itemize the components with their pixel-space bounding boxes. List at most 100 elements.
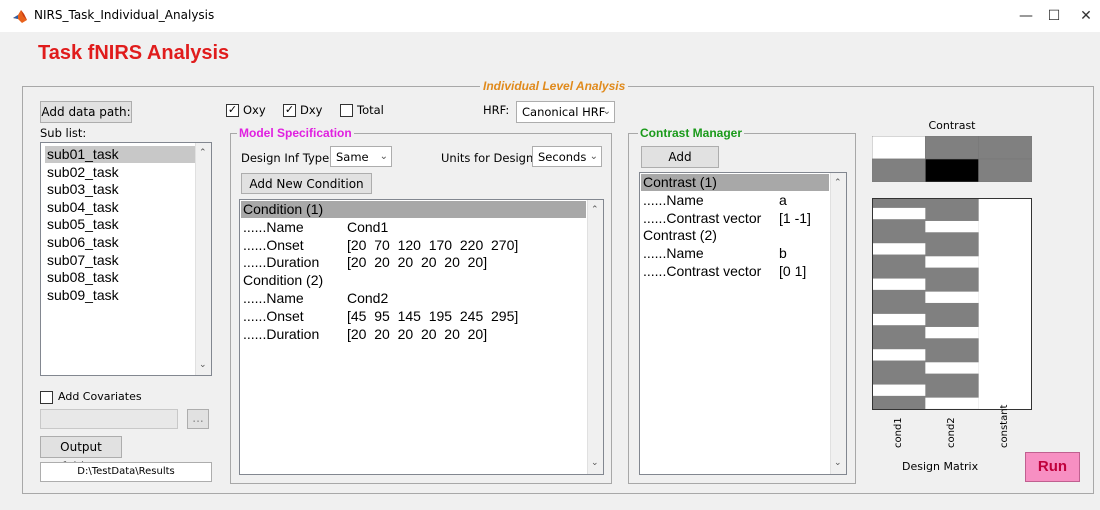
design-matrix-xlabel: Design Matrix (902, 460, 979, 473)
tree-node-key: ......Onset (243, 236, 304, 253)
contrast-cell (978, 158, 1032, 182)
subject-list-item[interactable]: sub09_task (45, 287, 197, 304)
tree-node-key: ......Name (643, 245, 704, 262)
design-matrix-block (925, 256, 979, 268)
oxy-checkbox[interactable]: ✓ (226, 104, 239, 117)
design-inf-type-label: Design Inf Type: (241, 151, 334, 165)
run-button[interactable]: Run (1025, 452, 1080, 482)
subject-list-item[interactable]: sub01_task (45, 146, 197, 163)
tree-node-key: ......Name (243, 290, 304, 306)
tree-node-value: [1 -1] (779, 209, 811, 226)
chevron-down-icon: ⌄ (602, 106, 611, 117)
tree-node[interactable]: Contrast (2) (641, 227, 829, 244)
total-checkbox[interactable] (340, 104, 353, 117)
scroll-down-arrow-icon[interactable]: ⌄ (199, 359, 207, 370)
tree-node-key: ......Contrast vector (643, 263, 762, 279)
tree-node[interactable]: ......Name a (641, 192, 829, 209)
tree-node[interactable]: Contrast (1) (641, 174, 829, 191)
contrast-cell (925, 158, 979, 182)
sub-list-label: Sub list: (40, 126, 87, 140)
units-for-design-label: Units for Design: (441, 151, 538, 165)
add-new-condition-button[interactable]: Add New Condition (241, 173, 372, 194)
tree-node-label: Condition (1) (243, 201, 324, 217)
design-matrix-column-label: constant (999, 404, 1011, 448)
subject-list-item[interactable]: sub08_task (45, 269, 197, 286)
scroll-down-arrow-icon[interactable]: ⌄ (591, 457, 599, 468)
design-inf-type-value: Same (336, 150, 369, 164)
design-matrix-column-label: cond2 (946, 417, 957, 448)
scroll-up-arrow-icon[interactable]: ⌃ (834, 177, 842, 188)
contrast-cell (872, 158, 926, 182)
add-covariates-checkbox[interactable] (40, 391, 53, 404)
add-data-path-button[interactable]: Add data path: (40, 101, 132, 123)
scroll-up-arrow-icon[interactable]: ⌃ (199, 147, 207, 158)
add-contrast-button[interactable]: Add Contrast (641, 146, 719, 184)
browse-covariates-button[interactable]: ... (187, 409, 209, 429)
subject-list-item[interactable]: sub07_task (45, 252, 197, 269)
app-heading: Task fNIRS Analysis (38, 42, 230, 64)
tree-node[interactable]: ......Name b (641, 245, 829, 262)
condition-tree[interactable]: Condition (1) ......Name Cond1 ......Onset[… (239, 199, 604, 475)
subject-list-scrollbar[interactable]: ⌃ ⌄ (195, 143, 211, 375)
hrf-label: HRF: (483, 103, 510, 117)
tree-node[interactable]: ......Onset [20 70 120 170 220 270] (241, 237, 586, 254)
tree-node[interactable]: Condition (1) (241, 201, 586, 218)
hrf-select-value: Canonical HRF (522, 105, 606, 119)
contrast-tree[interactable]: Contrast (1) ......Name a ......Contrast ve… (639, 172, 847, 475)
tree-node-value: [45 95 145 195 245 295] (347, 307, 519, 324)
subject-list-item[interactable]: sub03_task (45, 181, 197, 198)
contrast-tree-scrollbar[interactable]: ⌃ ⌄ (830, 173, 846, 474)
scroll-up-arrow-icon[interactable]: ⌃ (591, 204, 599, 215)
design-matrix-block (872, 243, 926, 255)
add-covariates-label: Add Covariates (58, 390, 142, 403)
subject-list-item[interactable]: sub04_task (45, 199, 197, 216)
tree-node[interactable]: ......Contrast vector [1 -1] (641, 210, 829, 227)
design-matrix-constant-column (978, 198, 1032, 410)
panel-title: Individual Level Analysis (480, 79, 629, 93)
subject-list-item[interactable]: sub02_task (45, 164, 197, 181)
tree-node[interactable]: ......Contrast vector [0 1] (641, 263, 829, 280)
subject-listbox[interactable]: sub01_task sub02_task sub03_task sub04_task… (40, 142, 212, 376)
tree-node-key: ......Name (643, 191, 704, 208)
contrast-cell (925, 136, 979, 160)
units-for-design-select[interactable]: Seconds ⌄ (532, 146, 602, 167)
matlab-app-icon (12, 8, 28, 24)
condition-tree-scrollbar[interactable]: ⌃ ⌄ (587, 200, 603, 474)
output-folder-field[interactable]: D:\TestData\Results (40, 462, 212, 482)
design-matrix-plot (872, 198, 1032, 410)
tree-node[interactable]: Condition (2) (241, 272, 586, 289)
tree-node[interactable]: ......Duration [20 20 20 20 20 20] (241, 254, 586, 271)
output-folder-button[interactable]: Output folder: (40, 436, 122, 474)
design-matrix-block (925, 220, 979, 233)
oxy-label: Oxy (243, 103, 266, 117)
dxy-checkbox[interactable]: ✓ (283, 104, 296, 117)
tree-node-key: ......Duration (243, 254, 320, 271)
design-matrix-block (872, 313, 926, 326)
tree-node-value: Cond1 (347, 218, 389, 235)
design-inf-type-select[interactable]: Same ⌄ (330, 146, 392, 167)
tree-node[interactable]: ......Name Cond1 (241, 219, 586, 236)
units-for-design-value: Seconds (538, 150, 587, 164)
subject-list-item[interactable]: sub06_task (45, 234, 197, 251)
tree-node-value: Cond2 (347, 290, 389, 306)
tree-node-value: [20 20 20 20 20 20] (347, 325, 488, 342)
contrast-cell (978, 136, 1032, 160)
tree-node[interactable]: ......Name Cond2 (241, 290, 586, 307)
total-label: Total (357, 103, 384, 117)
tree-node[interactable]: ......Onset [45 95 145 195 245 295] (241, 308, 586, 325)
tree-node-value: [20 20 20 20 20 20] (347, 254, 488, 271)
tree-node-label: Contrast (1) (643, 174, 717, 190)
tree-node-key: ......Name (243, 218, 304, 235)
subject-list-item[interactable]: sub05_task (45, 216, 197, 233)
covariates-path-field[interactable] (40, 409, 178, 429)
contrast-matrix-plot (872, 136, 1032, 182)
chevron-down-icon: ⌄ (379, 151, 388, 162)
tree-node-key: ......Contrast vector (643, 209, 762, 226)
design-matrix-column-labels: cond1 cond2 constant (872, 405, 1032, 452)
hrf-select[interactable]: Canonical HRF ⌄ (516, 101, 615, 123)
tree-node[interactable]: ......Duration [20 20 20 20 20 20] (241, 326, 586, 343)
scroll-down-arrow-icon[interactable]: ⌄ (834, 457, 842, 468)
tree-node-value: [20 70 120 170 220 270] (347, 236, 519, 253)
close-button[interactable]: ✕ (1066, 4, 1100, 28)
design-matrix-block (872, 278, 926, 290)
